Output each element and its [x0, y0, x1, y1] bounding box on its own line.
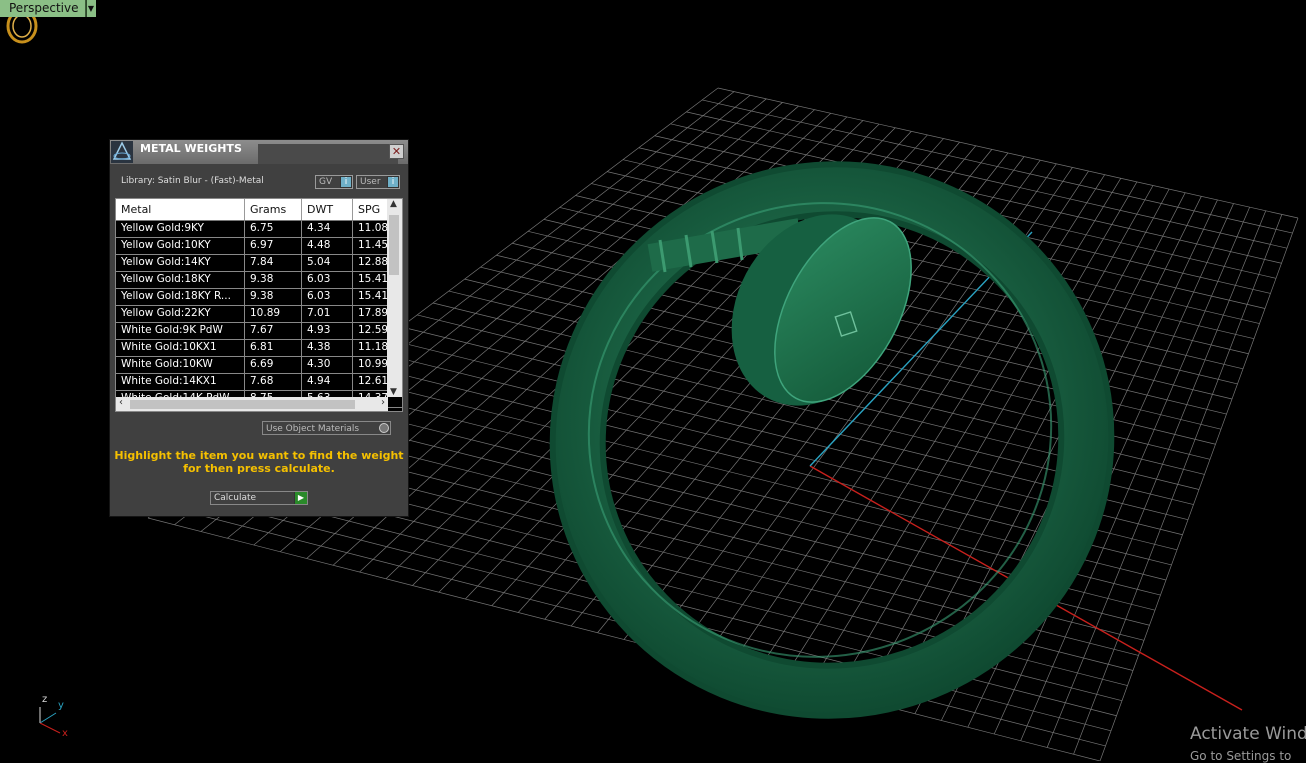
user-label: User: [360, 177, 381, 187]
cell-spg: 17.89: [353, 306, 388, 322]
axis-triad: z y x: [28, 693, 78, 743]
scroll-left-icon[interactable]: ‹: [119, 397, 123, 408]
cell-dwt: 4.34: [302, 221, 353, 237]
table-row[interactable]: White Gold:10KW 6.69 4.30 10.99: [116, 357, 402, 374]
vertical-scrollbar[interactable]: ▲ ▼: [387, 199, 402, 397]
chevron-down-icon[interactable]: ▼: [85, 0, 96, 17]
calculate-label: Calculate: [214, 493, 257, 503]
column-header-dwt[interactable]: DWT: [302, 199, 353, 220]
table-body: Yellow Gold:9KY 6.75 4.34 11.08 Yellow Gold…: [116, 221, 402, 408]
close-button[interactable]: ✕: [389, 144, 404, 159]
use-object-materials-toggle[interactable]: Use Object Materials: [262, 421, 391, 435]
use-object-materials-label: Use Object Materials: [266, 424, 360, 434]
library-label: Library: Satin Blur - (Fast)-Metal: [121, 176, 264, 186]
table-row[interactable]: White Gold:9K PdW 7.67 4.93 12.59: [116, 323, 402, 340]
cell-spg: 11.18: [353, 340, 388, 356]
info-icon: i: [387, 176, 399, 188]
cell-grams: 9.38: [245, 272, 302, 288]
column-header-grams[interactable]: Grams: [245, 199, 302, 220]
cell-metal: Yellow Gold:9KY: [116, 221, 245, 237]
cell-spg: 12.88: [353, 255, 388, 271]
cell-spg: 11.45: [353, 238, 388, 254]
panel-title: METAL WEIGHTS: [140, 142, 242, 155]
gv-label: GV: [319, 177, 333, 187]
cell-metal: Yellow Gold:14KY: [116, 255, 245, 271]
cell-grams: 9.38: [245, 289, 302, 305]
perspective-label[interactable]: Perspective: [0, 0, 86, 17]
table-row[interactable]: White Gold:14KX1 7.68 4.94 12.61: [116, 374, 402, 391]
cell-metal: Yellow Gold:10KY: [116, 238, 245, 254]
cell-dwt: 6.03: [302, 272, 353, 288]
metal-table[interactable]: Metal Grams DWT SPG Yellow Gold:9KY 6.75 4…: [115, 198, 403, 412]
column-header-metal[interactable]: Metal: [116, 199, 245, 220]
horizontal-scrollbar[interactable]: ‹ ›: [116, 397, 388, 411]
table-row[interactable]: Yellow Gold:10KY 6.97 4.48 11.45: [116, 238, 402, 255]
cell-dwt: 5.04: [302, 255, 353, 271]
cell-metal: Yellow Gold:18KY R...: [116, 289, 245, 305]
matrix-logo-icon: [111, 141, 133, 163]
y-axis-label: y: [58, 700, 64, 711]
cell-grams: 7.67: [245, 323, 302, 339]
cell-dwt: 4.93: [302, 323, 353, 339]
panel-titlebar[interactable]: METAL WEIGHTS ✕: [110, 140, 408, 164]
cell-metal: Yellow Gold:22KY: [116, 306, 245, 322]
scroll-down-icon[interactable]: ▼: [390, 387, 397, 397]
cell-metal: White Gold:10KW: [116, 357, 245, 373]
scroll-thumb[interactable]: [130, 400, 355, 409]
x-axis-label: x: [62, 728, 68, 739]
cell-dwt: 4.94: [302, 374, 353, 390]
scroll-right-icon[interactable]: ›: [381, 397, 385, 408]
cell-dwt: 6.03: [302, 289, 353, 305]
cell-grams: 6.97: [245, 238, 302, 254]
cell-spg: 12.59: [353, 323, 388, 339]
metal-weights-panel[interactable]: METAL WEIGHTS ✕ Library: Satin Blur - (F…: [109, 139, 409, 517]
table-row[interactable]: Yellow Gold:14KY 7.84 5.04 12.88: [116, 255, 402, 272]
cell-metal: White Gold:10KX1: [116, 340, 245, 356]
title-tab-area: [258, 144, 398, 164]
user-toggle[interactable]: User i: [356, 175, 400, 189]
table-row[interactable]: White Gold:10KX1 6.81 4.38 11.18: [116, 340, 402, 357]
cell-dwt: 7.01: [302, 306, 353, 322]
gv-toggle[interactable]: GV i: [315, 175, 353, 189]
table-row[interactable]: Yellow Gold:22KY 10.89 7.01 17.89: [116, 306, 402, 323]
cell-dwt: 4.38: [302, 340, 353, 356]
radio-icon[interactable]: [379, 423, 389, 433]
table-row[interactable]: Yellow Gold:9KY 6.75 4.34 11.08: [116, 221, 402, 238]
scroll-up-icon[interactable]: ▲: [390, 199, 397, 209]
table-header: Metal Grams DWT SPG: [116, 199, 402, 221]
cell-spg: 10.99: [353, 357, 388, 373]
cell-spg: 15.41: [353, 289, 388, 305]
watermark-line1: Activate Wind: [1190, 724, 1306, 744]
z-axis-label: z: [42, 694, 48, 705]
column-header-spg[interactable]: SPG: [353, 199, 388, 220]
cell-grams: 6.75: [245, 221, 302, 237]
cell-grams: 7.68: [245, 374, 302, 390]
cell-grams: 6.69: [245, 357, 302, 373]
info-icon: i: [340, 176, 352, 188]
cell-grams: 7.84: [245, 255, 302, 271]
viewport-label[interactable]: Perspective ▼: [0, 0, 96, 17]
cell-grams: 10.89: [245, 306, 302, 322]
cell-spg: 15.41: [353, 272, 388, 288]
cell-dwt: 4.30: [302, 357, 353, 373]
play-icon: ▶: [294, 492, 307, 504]
cell-metal: White Gold:9K PdW: [116, 323, 245, 339]
instruction-text: Highlight the item you want to find the …: [114, 449, 404, 475]
table-row[interactable]: Yellow Gold:18KY 9.38 6.03 15.41: [116, 272, 402, 289]
cell-grams: 6.81: [245, 340, 302, 356]
cell-dwt: 4.48: [302, 238, 353, 254]
calculate-button[interactable]: Calculate ▶: [210, 491, 308, 505]
cell-metal: White Gold:14KX1: [116, 374, 245, 390]
scroll-thumb[interactable]: [389, 215, 399, 275]
table-row[interactable]: Yellow Gold:18KY R... 9.38 6.03 15.41: [116, 289, 402, 306]
cell-spg: 11.08: [353, 221, 388, 237]
cell-spg: 12.61: [353, 374, 388, 390]
cell-metal: Yellow Gold:18KY: [116, 272, 245, 288]
